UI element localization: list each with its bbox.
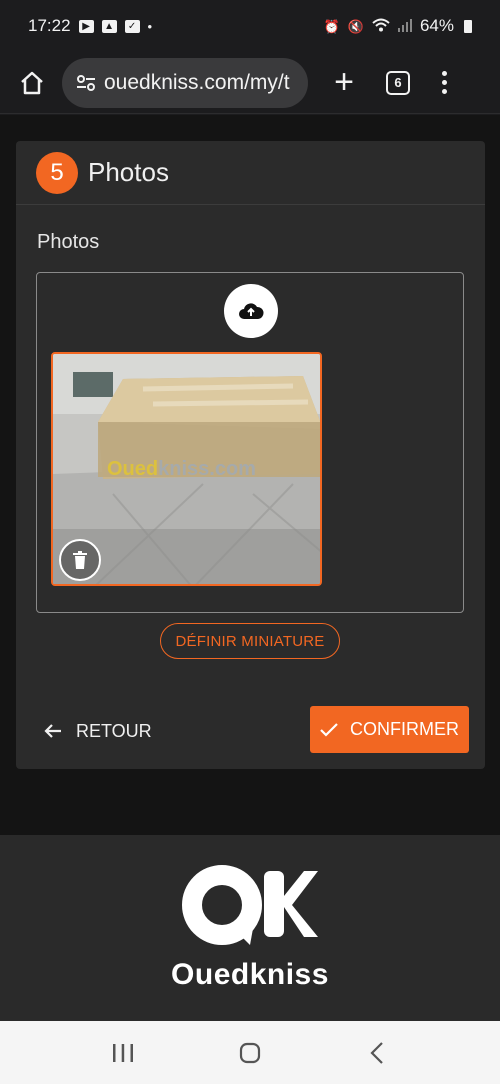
page-content: 5 Photos Photos Ouedkniss.com DÉFINIR MI… [0, 115, 500, 835]
photo-watermark: Ouedkniss.com [107, 458, 256, 480]
confirm-label: CONFIRMER [350, 719, 459, 739]
alarm-icon: ⏰ [323, 18, 340, 34]
step-number-badge: 5 [36, 151, 78, 194]
ouedkniss-logo [180, 865, 320, 954]
uploaded-photo[interactable]: Ouedkniss.com [51, 352, 322, 586]
wifi-icon [372, 18, 390, 34]
dot-icon: • [147, 18, 153, 34]
home-nav-icon [239, 1042, 261, 1063]
footer-brand: Ouedkniss [171, 958, 329, 991]
step-header: 5 Photos [16, 141, 485, 205]
menu-icon[interactable] [442, 71, 447, 94]
signal-icon [397, 18, 412, 34]
system-nav-bar [0, 1021, 500, 1084]
url-text: ouedkniss.com/my/t [104, 70, 290, 94]
home-button[interactable] [12, 63, 52, 103]
upload-button[interactable] [224, 284, 278, 338]
home-nav-button[interactable] [230, 1033, 270, 1073]
photo-dropzone[interactable]: Ouedkniss.com [36, 272, 464, 613]
back-nav-button[interactable] [357, 1033, 397, 1073]
plus-icon: + [334, 63, 354, 101]
mute-icon: 🔇 [347, 18, 364, 34]
set-thumbnail-button[interactable]: DÉFINIR MINIATURE [160, 623, 340, 659]
back-button[interactable]: RETOUR [44, 711, 152, 751]
recents-icon [113, 1043, 134, 1062]
tab-switcher-button[interactable]: 6 [386, 70, 410, 95]
home-icon [21, 71, 43, 94]
youtube-icon: ▶ [78, 19, 94, 33]
photos-icon: ▲ [101, 19, 117, 33]
battery-percent: 64% [419, 16, 454, 35]
check-icon [320, 722, 338, 737]
photos-label: Photos [37, 231, 100, 253]
status-bar: 17:22 ▶ ▲ ✓ • ⏰ 🔇 64% [0, 0, 500, 52]
recents-button[interactable] [103, 1033, 143, 1073]
battery-icon [464, 19, 472, 33]
delete-photo-button[interactable] [59, 539, 101, 581]
browser-toolbar: ouedkniss.com/my/t + 6 [0, 52, 500, 114]
step-title: Photos [88, 157, 169, 187]
step-card: 5 Photos Photos Ouedkniss.com DÉFINIR MI… [16, 141, 485, 769]
tune-icon[interactable] [76, 74, 96, 92]
new-tab-button[interactable]: + [324, 63, 364, 103]
url-field[interactable]: ouedkniss.com/my/t [62, 57, 308, 108]
confirm-button[interactable]: CONFIRMER [310, 706, 469, 753]
task-check-icon: ✓ [124, 19, 140, 33]
cloud-upload-icon [239, 303, 264, 319]
arrow-left-icon [44, 724, 61, 738]
back-nav-icon [370, 1041, 383, 1064]
trash-icon [73, 551, 87, 569]
back-label: RETOUR [76, 720, 152, 741]
site-footer: Ouedkniss [0, 835, 500, 1021]
status-time: 17:22 [28, 16, 71, 35]
